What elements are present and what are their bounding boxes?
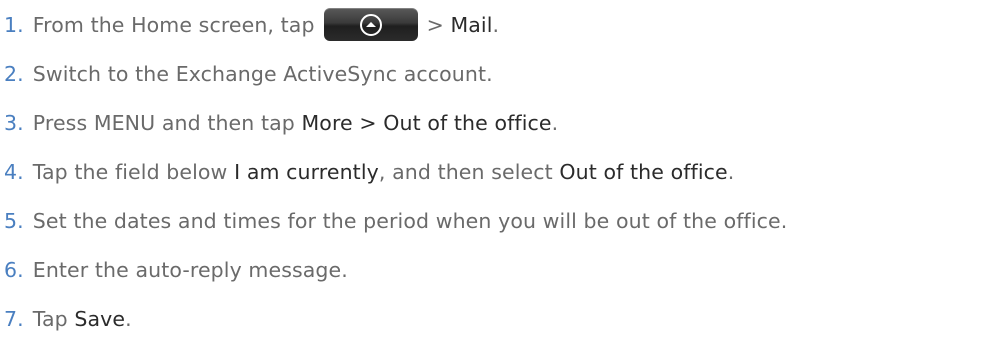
step-emphasis: I am currently [234,159,379,184]
step-2: 2. Switch to the Exchange ActiveSync acc… [4,49,994,98]
step-emphasis: Save [74,306,126,331]
step-7: 7. Tap Save. [4,294,994,343]
step-text: From the Home screen, tap [32,12,315,37]
step-text-middle: , and then select [378,159,560,184]
up-arrow-circle-icon [359,13,382,36]
step-text-after: . [492,12,500,37]
step-6: 6. Enter the auto-reply message. [4,245,994,294]
step-separator: > [426,12,444,37]
step-text: Tap the field below [32,159,228,184]
step-number: 5. [4,208,24,233]
step-text: Switch to the Exchange ActiveSync accoun… [32,61,493,86]
step-number: 2. [4,61,24,86]
step-1: 1. From the Home screen, tap > Mail. [4,0,994,49]
step-number: 3. [4,110,24,135]
step-text: Enter the auto-reply message. [32,257,348,282]
step-number: 6. [4,257,24,282]
step-text-after: . [125,306,132,331]
step-4: 4. Tap the field below I am currently, a… [4,147,994,196]
step-emphasis-2: Out of the office [559,159,728,184]
step-text: Press MENU and then tap [32,110,295,135]
step-text-after: . [727,159,735,184]
step-text: Tap [32,306,68,331]
step-emphasis: Mail [450,12,493,37]
step-number: 1. [4,12,24,37]
step-text-after: . [551,110,559,135]
step-number: 7. [4,306,24,331]
all-apps-button-icon [323,8,418,41]
step-5: 5. Set the dates and times for the perio… [4,196,994,245]
step-text: Set the dates and times for the period w… [32,208,788,233]
step-number: 4. [4,159,24,184]
step-3: 3. Press MENU and then tap More > Out of… [4,98,994,147]
step-emphasis: More > Out of the office [301,110,552,135]
instruction-steps: 1. From the Home screen, tap > Mail. 2. … [4,0,994,343]
